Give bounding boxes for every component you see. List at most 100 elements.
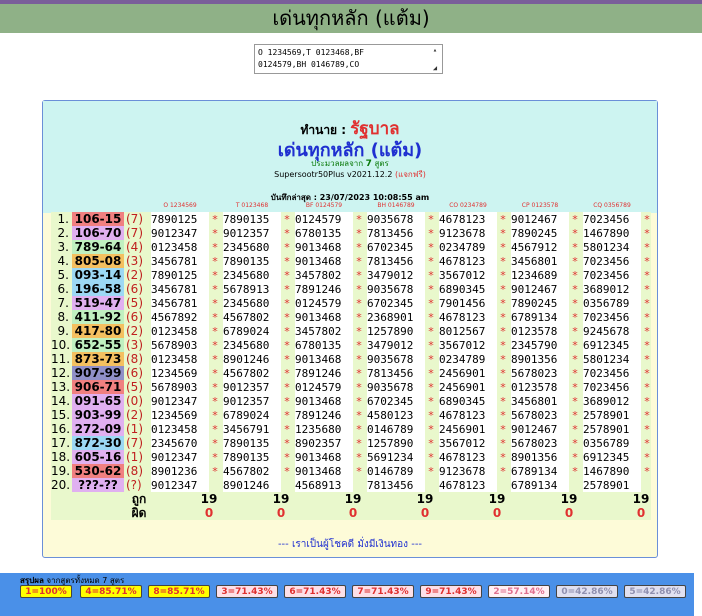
hit-star: * — [356, 423, 362, 436]
summary-pill: 4=85.71% — [80, 585, 142, 598]
formula-cell: 9012347 — [151, 478, 209, 493]
hit-star: * — [356, 227, 362, 240]
formula-cell: 0124579 — [295, 296, 353, 311]
formula-cell: 5801234 — [583, 352, 641, 367]
hit-star: * — [284, 325, 290, 338]
hit-star: * — [500, 269, 506, 282]
formula-cell: 2345680 — [223, 296, 281, 311]
hit-star: * — [428, 451, 434, 464]
formula-cell: 2345670 — [151, 436, 209, 451]
formula-cell: 3456791 — [223, 422, 281, 437]
formula-cell: 8902357 — [295, 436, 353, 451]
hit-star: * — [428, 311, 434, 324]
result-number: 530-62 — [72, 464, 124, 478]
table-row: 12. 907-99 (6) 1234569 * 4567802 * 7891246 * 7813… — [51, 366, 651, 381]
hit-star: * — [572, 409, 578, 422]
hit-star: * — [212, 255, 218, 268]
hit-count: 19 — [632, 492, 650, 506]
hit-star: * — [500, 311, 506, 324]
formula-cell: 2345790 — [511, 338, 569, 353]
formula-cell: 6702345 — [367, 394, 425, 409]
hit-star: * — [212, 381, 218, 394]
formula-cell: 8901356 — [511, 352, 569, 367]
formula-cell: 8012567 — [439, 324, 497, 339]
row-number: 12. — [51, 366, 71, 380]
hit-star: * — [644, 297, 650, 310]
hit-star: * — [644, 367, 650, 380]
formula-cell: 7890125 — [151, 212, 209, 227]
table-row: 9. 417-80 (2) 0123458 * 6789024 * 3457802 * 12578… — [51, 324, 651, 339]
formula-textarea[interactable]: O 1234569,T 0123468,BF 0124579,BH 014678… — [254, 44, 443, 74]
formula-cell: 3456801 — [511, 254, 569, 269]
subtitle-post: สูตร — [374, 159, 389, 168]
hit-star: * — [500, 423, 506, 436]
hit-star: * — [500, 395, 506, 408]
formula-cell: 7890135 — [223, 436, 281, 451]
formula-cell: 9035678 — [367, 352, 425, 367]
hit-star: * — [428, 255, 434, 268]
digit-sum: (0) — [126, 394, 143, 408]
formula-cell: 2578901 — [583, 478, 641, 493]
digit-sum: (8) — [126, 352, 143, 366]
summary-pill: 2=57.14% — [488, 585, 550, 598]
formula-cell: 7023456 — [583, 212, 641, 227]
hit-star: * — [572, 311, 578, 324]
formula-cell: 9123678 — [439, 464, 497, 479]
miss-count: 0 — [204, 506, 214, 520]
hit-star: * — [428, 241, 434, 254]
formula-cell: 9012357 — [223, 380, 281, 395]
hit-star: * — [644, 283, 650, 296]
hit-star: * — [356, 381, 362, 394]
hit-star: * — [284, 381, 290, 394]
formula-cell: 3567012 — [439, 338, 497, 353]
formula-cell: 9013468 — [295, 450, 353, 465]
formula-cell: 0124579 — [295, 380, 353, 395]
result-number: 907-99 — [72, 366, 124, 380]
hit-star: * — [644, 409, 650, 422]
hit-star: * — [644, 255, 650, 268]
formula-cell: 0123578 — [511, 324, 569, 339]
hit-star: * — [572, 465, 578, 478]
formula-cell: 4678123 — [439, 450, 497, 465]
hit-star: * — [500, 381, 506, 394]
digit-sum: (3) — [126, 338, 143, 352]
hit-star: * — [428, 269, 434, 282]
result-number: 411-92 — [72, 310, 124, 324]
formula-cell: 7890125 — [151, 268, 209, 283]
result-number: 789-64 — [72, 240, 124, 254]
hit-star: * — [356, 241, 362, 254]
hit-star: * — [572, 437, 578, 450]
hit-star: * — [356, 311, 362, 324]
page-title: เด่นทุกหลัก (แต้ม) — [0, 4, 702, 33]
formula-cell: 4678123 — [439, 212, 497, 227]
formula-cell: 7023456 — [583, 366, 641, 381]
column-header: BH 0146789 — [377, 202, 415, 209]
textarea-scrollbar[interactable]: ▴ ◢ — [429, 46, 441, 72]
miss-count: 0 — [564, 506, 574, 520]
digit-sum: (1) — [126, 450, 143, 464]
formula-cell: 2345680 — [223, 268, 281, 283]
row-number: 2. — [57, 226, 69, 240]
result-number: 872-30 — [72, 436, 124, 450]
formula-cell: 5678903 — [151, 338, 209, 353]
digit-sum: (2) — [126, 408, 143, 422]
digit-sum: (6) — [126, 310, 143, 324]
formula-cell: 9012467 — [511, 422, 569, 437]
formula-cell: 7023456 — [583, 254, 641, 269]
result-panel: ทำนาย : รัฐบาล เด่นทุกหลัก (แต้ม) ประมวล… — [42, 100, 658, 558]
column-header: CO 0234789 — [449, 202, 487, 209]
hit-star: * — [644, 269, 650, 282]
version-text: Supersootr50Plus v2021.12.2 — [274, 170, 393, 179]
formula-cell: 2578901 — [583, 408, 641, 423]
hit-star: * — [500, 213, 506, 226]
summary-pill: 8=85.71% — [148, 585, 210, 598]
table-row: 11. 873-73 (8) 0123458 * 8901246 * 9013468 * 9035… — [51, 352, 651, 367]
hit-star: * — [572, 325, 578, 338]
hit-star: * — [212, 395, 218, 408]
miss-count: 0 — [420, 506, 430, 520]
formula-cell: 0234789 — [439, 352, 497, 367]
formula-cell: 6890345 — [439, 394, 497, 409]
formula-cell: 0146789 — [367, 464, 425, 479]
table-row: 13. 906-71 (5) 5678903 * 9012357 * 0124579 * 9035… — [51, 380, 651, 395]
hit-star: * — [212, 311, 218, 324]
